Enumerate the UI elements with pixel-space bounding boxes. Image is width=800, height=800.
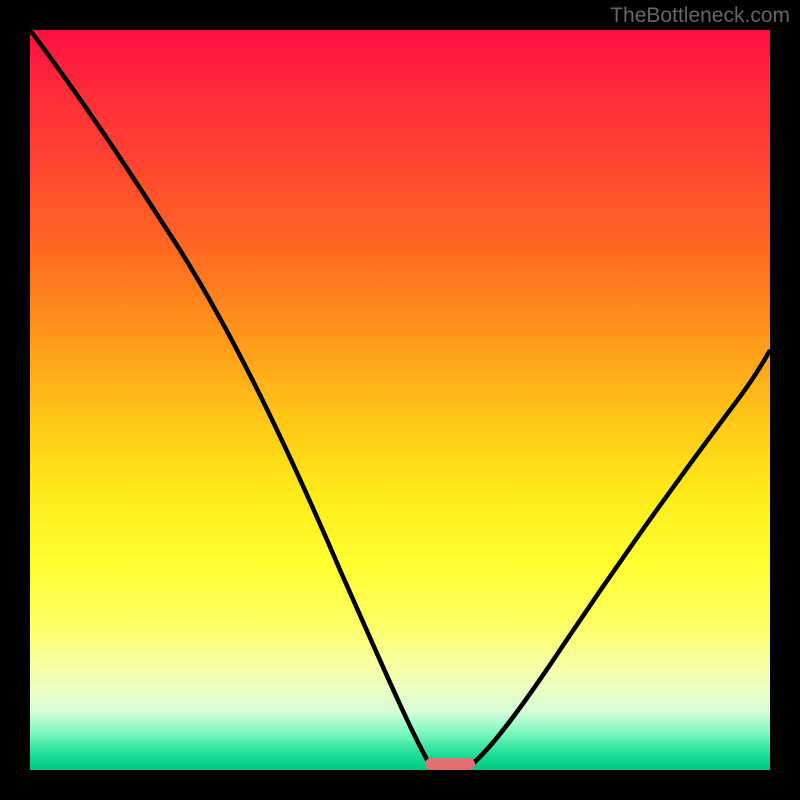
chart-curves (30, 30, 770, 770)
right-curve-path (470, 350, 770, 766)
watermark-text: TheBottleneck.com (610, 4, 790, 28)
left-curve-path (30, 30, 430, 765)
chart-marker (425, 758, 475, 770)
bottleneck-chart (30, 30, 770, 770)
